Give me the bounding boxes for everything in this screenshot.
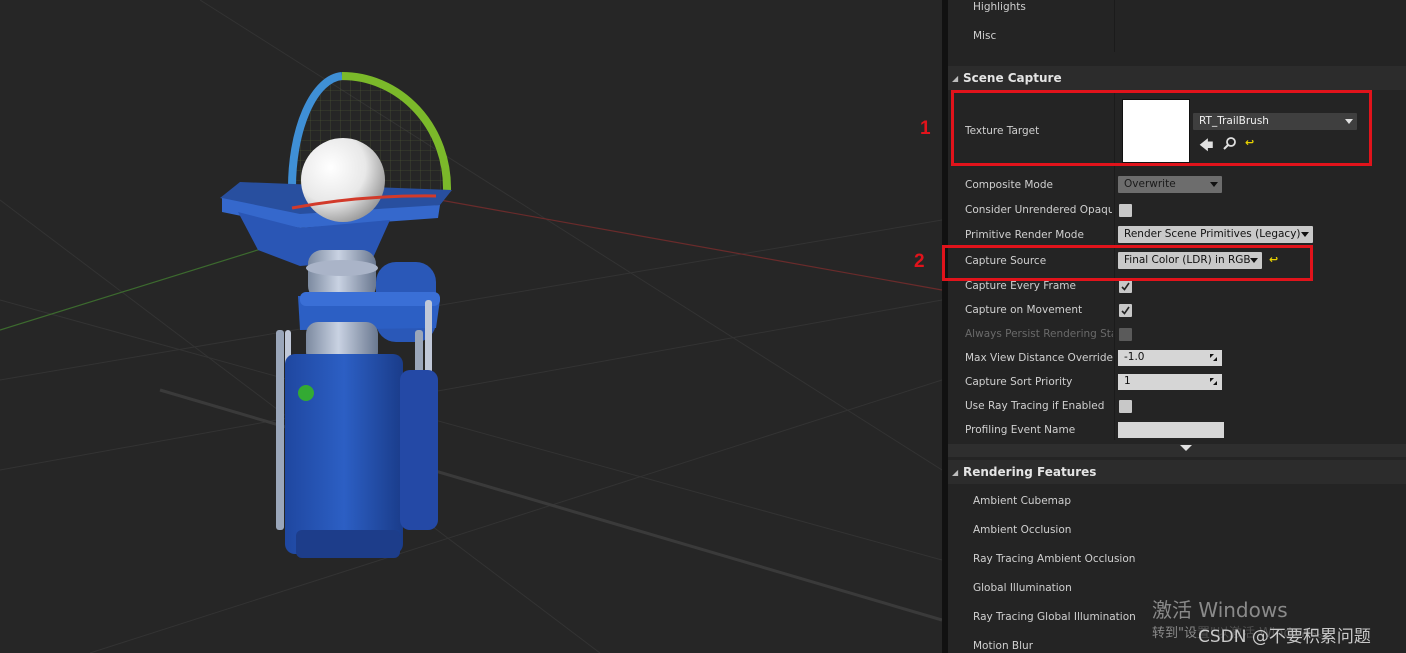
property-label: Use Ray Tracing if Enabled	[965, 400, 1105, 412]
always-persist-row: Always Persist Rendering Sta	[948, 324, 1406, 348]
chevron-down-icon	[1210, 182, 1218, 187]
expand-down-icon	[1180, 445, 1192, 451]
property-label: Primitive Render Mode	[965, 229, 1084, 241]
field-value: -1.0	[1124, 351, 1145, 363]
collapse-arrow-icon: ◢	[952, 468, 959, 477]
category-rt-ambient-occlusion[interactable]: Ray Tracing Ambient Occlusion	[948, 548, 1406, 577]
level-viewport[interactable]	[0, 0, 942, 653]
annotation-number-1: 1	[920, 118, 931, 139]
category-label: Ray Tracing Ambient Occlusion	[973, 553, 1136, 565]
scene-capture-header[interactable]: ◢ Scene Capture	[948, 66, 1406, 90]
category-ambient-cubemap[interactable]: Ambient Cubemap	[948, 490, 1406, 519]
category-ambient-occlusion[interactable]: Ambient Occlusion	[948, 519, 1406, 548]
category-label: Motion Blur	[973, 640, 1034, 652]
category-label: Ambient Occlusion	[973, 524, 1072, 536]
y-axis-line	[0, 239, 291, 331]
checkmark-icon	[1121, 306, 1130, 315]
dropdown-value: Overwrite	[1124, 178, 1176, 190]
consider-unrendered-checkbox[interactable]	[1119, 204, 1132, 217]
spin-arrows-icon[interactable]	[1210, 354, 1217, 361]
category-label: Ambient Cubemap	[973, 495, 1072, 507]
annotation-box-2	[942, 245, 1313, 281]
status-light	[298, 385, 314, 401]
annotation-number-2: 2	[914, 251, 925, 272]
viewport-scene	[0, 0, 942, 653]
primitive-render-mode-dropdown[interactable]: Render Scene Primitives (Legacy)	[1118, 226, 1313, 243]
csdn-watermark: CSDN @不要积累问题	[1198, 622, 1371, 647]
max-view-distance-input[interactable]: -1.0	[1118, 350, 1222, 366]
dropdown-value: Render Scene Primitives (Legacy)	[1124, 228, 1301, 240]
field-value: 1	[1124, 375, 1131, 387]
property-label: Max View Distance Override	[965, 352, 1113, 364]
property-label: Capture Sort Priority	[965, 376, 1073, 388]
composite-mode-dropdown[interactable]: Overwrite	[1118, 176, 1222, 193]
section-title: Scene Capture	[963, 71, 1062, 85]
rendering-features-header[interactable]: ◢ Rendering Features	[948, 460, 1406, 484]
advanced-expander[interactable]	[948, 444, 1406, 457]
category-highlights[interactable]: Highlights	[948, 0, 1406, 24]
category-label: Highlights	[973, 1, 1026, 13]
property-label: Composite Mode	[965, 179, 1053, 191]
spin-arrows-icon[interactable]	[1210, 378, 1217, 385]
capture-every-frame-checkbox[interactable]	[1119, 280, 1132, 293]
blue-body	[285, 354, 403, 554]
category-label: Global Illumination	[973, 582, 1072, 594]
property-label: Profiling Event Name	[965, 424, 1076, 436]
windows-activation-title: 激活 Windows	[1152, 598, 1288, 622]
chevron-down-icon	[1301, 232, 1309, 237]
annotation-box-1	[951, 90, 1372, 166]
ground-grid	[0, 0, 942, 653]
white-sphere	[301, 138, 385, 222]
property-label: Consider Unrendered Opaque	[965, 204, 1112, 216]
section-title: Rendering Features	[963, 465, 1097, 479]
property-label: Capture on Movement	[965, 304, 1083, 316]
x-axis-line	[439, 199, 942, 291]
category-misc[interactable]: Misc	[948, 24, 1406, 50]
category-label: Ray Tracing Global Illumination	[973, 611, 1136, 623]
property-label: Capture Every Frame	[965, 280, 1076, 292]
capture-sort-priority-input[interactable]: 1	[1118, 374, 1222, 390]
capture-on-movement-row: Capture on Movement	[948, 300, 1406, 324]
checkmark-icon	[1121, 282, 1130, 291]
profiling-event-name-input[interactable]	[1118, 422, 1224, 438]
collapse-arrow-icon: ◢	[952, 74, 959, 83]
use-ray-tracing-checkbox[interactable]	[1119, 400, 1132, 413]
profiling-event-name-row: Profiling Event Name	[948, 420, 1406, 444]
always-persist-checkbox	[1119, 328, 1132, 341]
composite-mode-row: Composite Mode Overwrite	[948, 174, 1406, 198]
use-ray-tracing-row: Use Ray Tracing if Enabled	[948, 396, 1406, 420]
consider-unrendered-row: Consider Unrendered Opaque	[948, 199, 1406, 223]
capture-sort-priority-row: Capture Sort Priority 1	[948, 372, 1406, 396]
category-label: Misc	[973, 30, 997, 42]
property-label: Always Persist Rendering Sta	[965, 328, 1113, 340]
capture-on-movement-checkbox[interactable]	[1119, 304, 1132, 317]
max-view-distance-row: Max View Distance Override -1.0	[948, 348, 1406, 372]
